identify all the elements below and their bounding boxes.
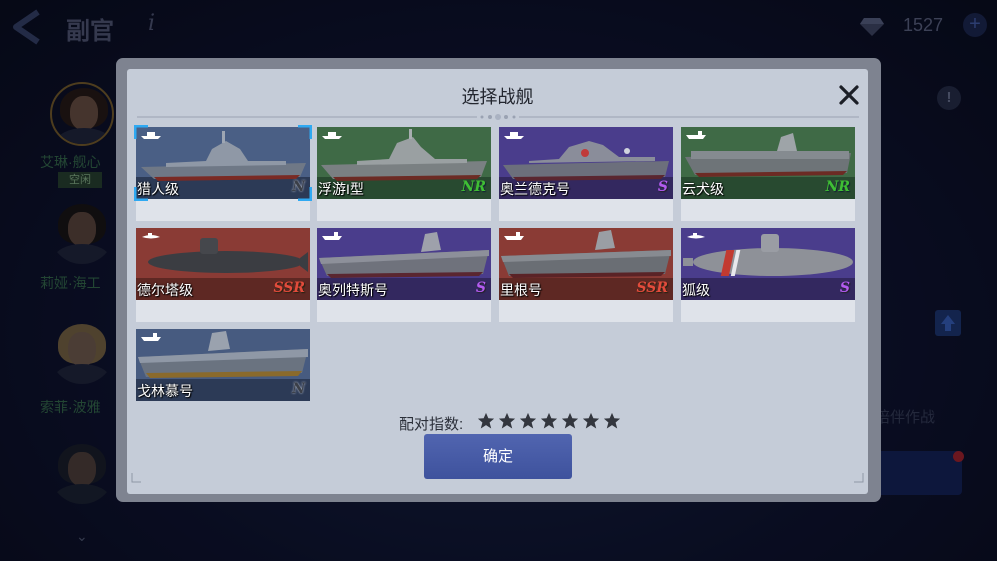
destroyer-icon xyxy=(322,132,342,139)
ship-name: 浮游I型 xyxy=(318,181,364,197)
star-icon xyxy=(477,412,495,429)
ship-name: 戈林慕号 xyxy=(137,383,193,399)
corner-ornament xyxy=(131,473,141,483)
destroyer-icon xyxy=(504,132,524,139)
ship-card[interactable]: 奥列特斯号 S xyxy=(317,228,491,322)
submarine-icon xyxy=(687,233,705,239)
carrier-icon xyxy=(686,131,706,139)
match-index-label: 配对指数: xyxy=(399,416,464,433)
card-footer xyxy=(499,199,673,221)
submarine-icon xyxy=(142,233,160,239)
card-footer xyxy=(681,300,855,322)
rarity-badge: S xyxy=(657,179,668,195)
corner-ornament xyxy=(854,473,864,483)
star-icon xyxy=(519,412,537,429)
rarity-badge: S xyxy=(839,280,850,296)
ship-card[interactable]: 戈林慕号 N xyxy=(136,329,310,423)
ship-select-dialog: 选择战舰 猎人级 N 浮游I型 NR 奥兰德克号 S 云犬级 NR 德尔塔级 S… xyxy=(127,69,868,494)
ship-card[interactable]: 狐级 S xyxy=(681,228,855,322)
rarity-badge: NR xyxy=(825,179,850,195)
carrier-icon xyxy=(141,333,161,341)
carrier-icon xyxy=(322,232,342,240)
ship-card[interactable]: 猎人级 N xyxy=(134,125,312,221)
carrier-icon xyxy=(504,232,524,240)
ship-card[interactable]: 里根号 SSR xyxy=(499,228,673,322)
confirm-button[interactable]: 确定 xyxy=(424,434,572,479)
dialog-title: 选择战舰 xyxy=(461,87,534,107)
star-icon xyxy=(498,412,516,429)
card-footer xyxy=(681,199,855,221)
rarity-badge: S xyxy=(475,280,486,296)
ship-name: 猎人级 xyxy=(137,181,179,197)
rarity-badge: SSR xyxy=(636,280,668,296)
card-footer xyxy=(317,199,491,221)
star-icon xyxy=(582,412,600,429)
rarity-badge: N xyxy=(292,179,305,195)
rarity-badge: SSR xyxy=(273,280,305,296)
ship-name: 奥兰德克号 xyxy=(500,181,570,197)
destroyer-icon xyxy=(141,132,161,139)
rarity-badge: N xyxy=(292,381,305,397)
ship-name: 德尔塔级 xyxy=(137,282,193,298)
card-footer xyxy=(317,300,491,322)
card-footer xyxy=(136,199,310,221)
star-icon xyxy=(603,412,621,429)
ship-name: 云犬级 xyxy=(682,181,724,197)
rarity-badge: NR xyxy=(461,179,486,195)
ship-card[interactable]: 德尔塔级 SSR xyxy=(136,228,310,322)
ship-card[interactable]: 奥兰德克号 S xyxy=(499,127,673,221)
ship-name: 奥列特斯号 xyxy=(318,282,388,298)
card-footer xyxy=(499,300,673,322)
title-divider xyxy=(137,114,859,120)
star-icon xyxy=(540,412,558,429)
ship-card[interactable]: 云犬级 NR xyxy=(681,127,855,221)
ship-name: 里根号 xyxy=(500,282,542,298)
ship-name: 狐级 xyxy=(682,282,710,298)
ship-card[interactable]: 浮游I型 NR xyxy=(317,127,491,221)
card-footer xyxy=(136,300,310,322)
close-icon[interactable] xyxy=(836,82,862,108)
star-icon xyxy=(561,412,579,429)
